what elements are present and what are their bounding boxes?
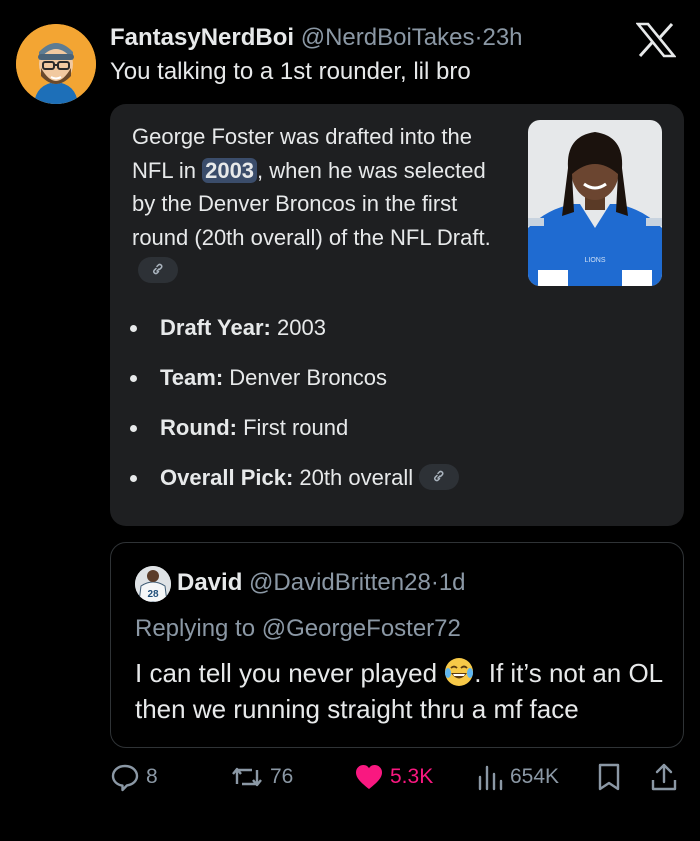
bookmark-icon <box>598 763 620 791</box>
source-link-button[interactable] <box>138 257 178 283</box>
view-count: 654K <box>510 765 560 788</box>
quoted-tweet-header: David @DavidBritten28·1d <box>177 569 466 597</box>
fact-team: Team: Denver Broncos <box>126 360 666 410</box>
share-icon <box>651 763 677 791</box>
bookmark-button[interactable] <box>596 760 622 794</box>
tweet-text: You talking to a 1st rounder, lil bro <box>110 58 471 85</box>
views-icon <box>478 765 503 791</box>
quoted-tweet-time[interactable]: 1d <box>439 569 466 596</box>
fact-value: First round <box>236 415 349 440</box>
like-count: 5.3K <box>390 765 434 788</box>
action-bar: 8 76 5.3K 654K <box>110 760 690 794</box>
fact-value: Denver Broncos <box>223 365 388 390</box>
author-handle[interactable]: @NerdBoiTakes <box>301 24 475 51</box>
jersey-logo: LIONS <box>584 257 605 264</box>
face-with-tears-of-joy-icon <box>445 658 474 686</box>
x-logo-icon <box>636 22 676 58</box>
repost-button[interactable]: 76 <box>230 760 293 794</box>
fact-label: Team: <box>160 365 224 390</box>
fact-draft-year: Draft Year: 2003 <box>126 310 666 360</box>
views-button[interactable]: 654K <box>476 760 559 794</box>
reply-button[interactable]: 8 <box>110 760 158 794</box>
draft-facts-list: Draft Year: 2003 Team: Denver Broncos Ro… <box>126 310 666 510</box>
fact-label: Overall Pick: <box>160 465 294 490</box>
reply-count: 8 <box>146 765 158 788</box>
quoted-tweet[interactable]: 28 David @DavidBritten28·1d Replying to … <box>110 542 684 748</box>
share-button[interactable] <box>650 760 678 794</box>
quoted-tweet-text: I can tell you never played . If it’s no… <box>135 655 675 727</box>
heart-icon <box>356 765 382 789</box>
fact-label: Round: <box>160 415 237 440</box>
quoted-text-start: I can tell you never played <box>135 658 445 688</box>
like-button[interactable]: 5.3K <box>354 760 433 794</box>
source-link-button[interactable] <box>419 464 460 490</box>
author-avatar[interactable] <box>16 24 96 104</box>
player-photo[interactable]: LIONS <box>528 120 662 286</box>
link-icon <box>434 470 444 482</box>
reply-icon <box>111 764 139 792</box>
quoted-author-name[interactable]: David <box>177 569 242 596</box>
fact-value: 20th overall <box>293 465 414 490</box>
separator-dot: · <box>430 569 439 596</box>
fact-value: 2003 <box>270 315 326 340</box>
quoted-author-handle[interactable]: @DavidBritten28 <box>249 569 431 596</box>
link-icon <box>153 263 163 275</box>
highlighted-year: 2003 <box>202 157 258 183</box>
fact-round: Round: First round <box>126 410 666 460</box>
grok-answer-card: George Foster was drafted into the NFL i… <box>110 104 684 526</box>
quoted-author-avatar[interactable]: 28 <box>135 566 171 602</box>
tweet-time[interactable]: 23h <box>482 24 522 51</box>
grok-answer-text: George Foster was drafted into the NFL i… <box>132 120 504 288</box>
repost-icon <box>232 767 262 787</box>
tweet-header: FantasyNerdBoi @NerdBoiTakes·23h <box>110 24 580 52</box>
repost-count: 76 <box>270 765 294 788</box>
fact-label: Draft Year: <box>160 315 271 340</box>
replying-to[interactable]: Replying to @GeorgeFoster72 <box>135 615 461 643</box>
author-name[interactable]: FantasyNerdBoi <box>110 24 294 51</box>
fact-overall-pick: Overall Pick: 20th overall <box>126 460 666 510</box>
svg-text:28: 28 <box>147 589 159 600</box>
